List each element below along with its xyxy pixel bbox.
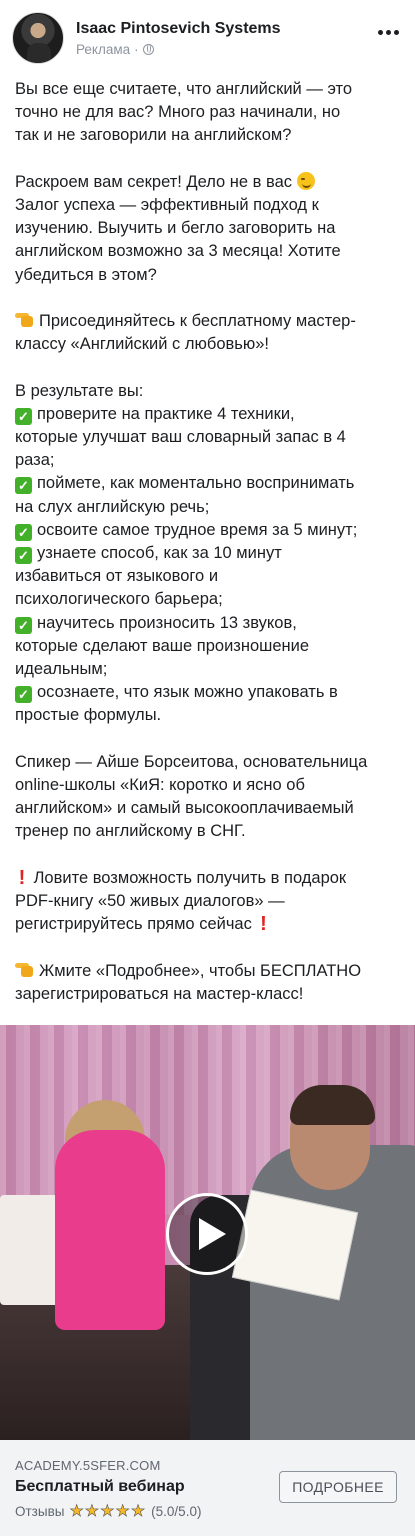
- more-options-button[interactable]: [376, 24, 401, 41]
- list-item: ✓ научитесь произносить 13 звуков,: [15, 612, 407, 635]
- paragraph-secret: Раскроем вам секрет! Дело не в вас Залог…: [15, 171, 341, 284]
- more-dots-icon: [378, 30, 383, 35]
- check-mark-icon: ✓: [15, 523, 32, 541]
- link-title[interactable]: Бесплатный вебинар: [15, 1478, 185, 1496]
- list-item: ✓ освоите самое трудное время за 5 минут;: [15, 519, 407, 542]
- list-item: ✓ проверите на практике 4 техники,: [15, 403, 407, 426]
- girl-figure: [55, 1130, 165, 1330]
- list-item: ✓ поймете, как моментально воспринимать: [15, 472, 407, 495]
- sponsored-text[interactable]: Реклама: [76, 42, 130, 57]
- paragraph-call-to-action: Жмите «Подробнее», чтобы БЕСПЛАТНО зарег…: [15, 961, 362, 1003]
- list-item: ✓ узнаете способ, как за 10 минут: [15, 542, 407, 565]
- check-mark-icon: ✓: [15, 477, 32, 495]
- man-figure-hair: [290, 1085, 375, 1125]
- check-mark-icon: ✓: [15, 686, 32, 704]
- pointing-hand-icon: [15, 962, 35, 978]
- list-item: ✓ осознаете, что язык можно упаковать в: [15, 681, 407, 704]
- link-domain[interactable]: ACADEMY.5SFER.COM: [15, 1458, 160, 1473]
- post-text: Вы все еще считаете, что английский — эт…: [15, 78, 407, 1006]
- paragraph-intro: Вы все еще считаете, что английский — эт…: [15, 80, 353, 145]
- winking-face-icon: [296, 171, 315, 190]
- play-icon[interactable]: [166, 1193, 248, 1275]
- star-rating-icon: ★★★★★: [69, 1503, 147, 1521]
- paragraph-results: В результате вы: ✓ проверите на практике …: [15, 380, 407, 728]
- page-avatar[interactable]: [12, 12, 64, 64]
- sponsored-label: Реклама ·: [76, 42, 154, 57]
- reviews-row: Отзывы ★★★★★ (5.0/5.0): [15, 1501, 201, 1521]
- exclamation-mark-icon: !: [260, 913, 267, 936]
- rating-text: (5.0/5.0): [151, 1503, 202, 1519]
- learn-more-button[interactable]: ПОДРОБНЕЕ: [279, 1471, 397, 1503]
- reviews-label: Отзывы: [15, 1503, 65, 1519]
- link-preview-bar[interactable]: ACADEMY.5SFER.COM Бесплатный вебинар Отз…: [0, 1440, 415, 1536]
- page-name-link[interactable]: Isaac Pintosevich Systems: [76, 20, 281, 38]
- exclamation-mark-icon: !: [18, 866, 26, 889]
- paragraph-join: Присоединяйтесь к бесплатному мастер- кл…: [15, 312, 356, 354]
- post-header: Isaac Pintosevich Systems Реклама ·: [0, 0, 415, 70]
- paragraph-gift: ! Ловите возможность получить в подарок …: [15, 866, 347, 936]
- check-mark-icon: ✓: [15, 407, 32, 425]
- check-mark-icon: ✓: [15, 616, 32, 634]
- ad-video[interactable]: [0, 1025, 415, 1440]
- check-mark-icon: ✓: [15, 547, 32, 565]
- paragraph-speaker: Спикер — Айше Борсеитова, основательница…: [15, 752, 368, 841]
- separator: ·: [134, 42, 139, 57]
- pointing-hand-icon: [15, 312, 35, 328]
- globe-icon: [142, 44, 154, 55]
